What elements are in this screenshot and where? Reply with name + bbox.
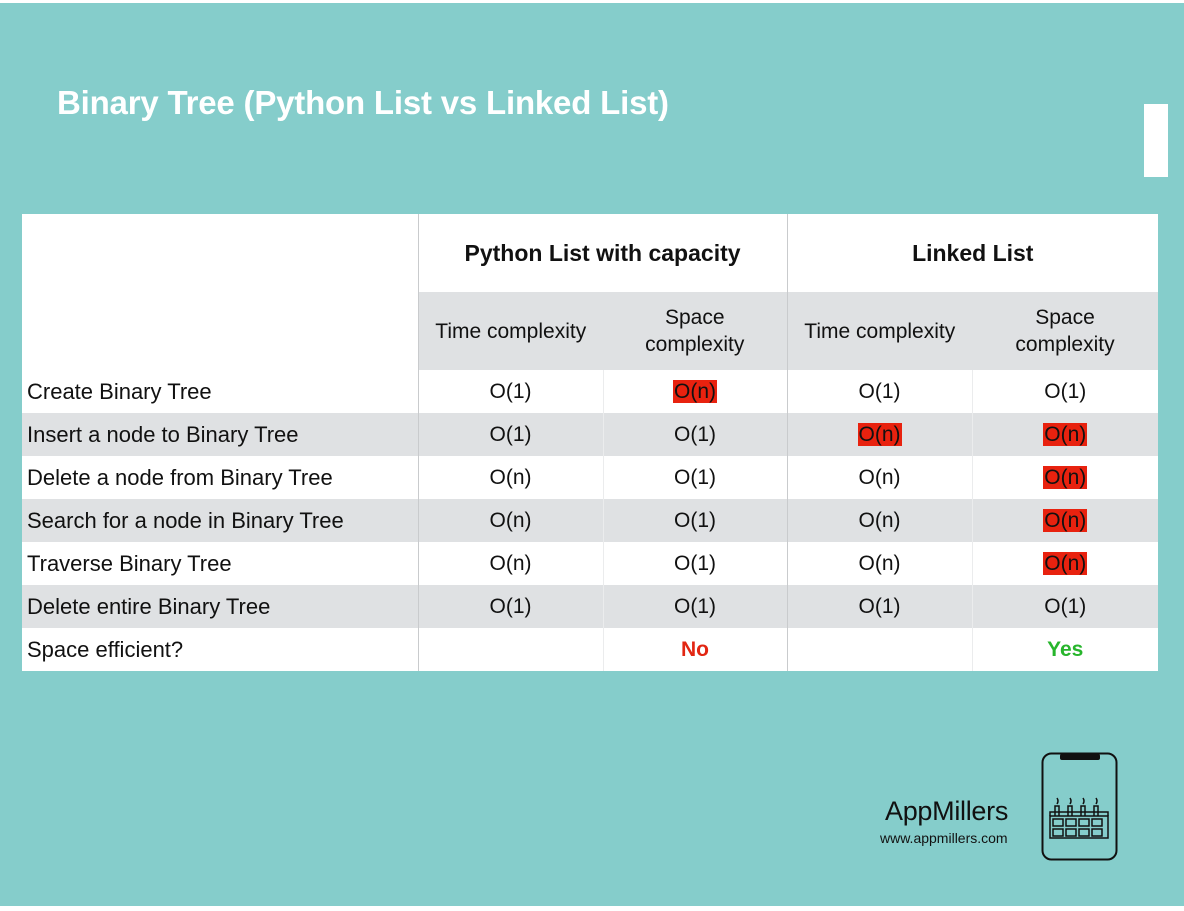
value-text: O(n) [489,465,532,489]
value-cell: O(1) [602,585,788,628]
value-cell [417,628,603,671]
value-cell: No [602,628,788,671]
complexity-table: Python List with capacity Linked List Ti… [22,214,1159,671]
value-cell: O(n) [971,413,1159,456]
value-cell: O(n) [417,542,603,585]
value-text: O(n) [858,465,901,489]
value-text: O(n) [858,551,901,575]
subheader-linked-space: Space complexity [972,292,1159,370]
operation-label: Traverse Binary Tree [22,542,418,585]
value-text: O(1) [674,594,716,618]
value-cell: O(n) [417,456,603,499]
table-row: Traverse Binary Tree O(n) O(1) O(n) O(n) [22,542,1159,585]
subheader-python-time: Time complexity [417,292,603,370]
top-border [0,0,1184,3]
value-cell [786,628,973,671]
table-row: Delete a node from Binary Tree O(n) O(1)… [22,456,1159,499]
value-text: O(1) [489,379,532,403]
value-cell: O(1) [417,413,603,456]
value-text-highlighted: O(n) [1043,551,1088,575]
value-text: O(1) [674,551,716,575]
corner-cell [22,292,418,370]
value-cell: O(1) [417,370,603,413]
subheader-label: Time complexity [435,319,587,343]
table-row: Delete entire Binary Tree O(1) O(1) O(1)… [22,585,1159,628]
value-text: O(n) [489,551,532,575]
brand-url: www.appmillers.com [880,830,1008,846]
subheader-python-space: Space complexity [603,292,788,370]
slide-title: Binary Tree (Python List vs Linked List) [57,84,669,121]
value-cell: O(n) [786,413,973,456]
value-text: O(1) [858,594,901,618]
value-cell: O(n) [786,499,973,542]
phone-factory-icon [1041,752,1118,861]
value-cell: O(1) [971,370,1159,413]
group-header-linked-list: Linked List [786,214,1159,292]
value-cell: O(1) [602,542,788,585]
table-row-space-efficient: Space efficient? No Yes [22,628,1159,671]
value-cell: O(n) [971,542,1159,585]
value-text: O(1) [1044,379,1087,403]
value-cell: O(1) [971,585,1159,628]
value-cell: Yes [971,628,1159,671]
value-text: O(1) [674,465,716,489]
table-row: Insert a node to Binary Tree O(1) O(1) O… [22,413,1159,456]
operation-label: Delete entire Binary Tree [22,585,418,628]
value-cell: O(1) [417,585,603,628]
operation-label: Delete a node from Binary Tree [22,456,418,499]
table-row: Search for a node in Binary Tree O(n) O(… [22,499,1159,542]
side-marker [1144,104,1168,177]
bottom-border [0,906,1184,911]
value-text: O(1) [489,594,532,618]
value-cell: O(n) [786,456,973,499]
value-text-highlighted: O(n) [673,379,717,403]
value-text-highlighted: O(n) [1043,422,1088,446]
subheader-linked-time: Time complexity [786,292,973,370]
value-text: O(1) [674,422,716,446]
group-header-python-list: Python List with capacity [417,214,788,292]
value-text: O(n) [858,508,901,532]
table-row: Create Binary Tree O(1) O(n) O(1) O(1) [22,370,1159,413]
operation-label: Search for a node in Binary Tree [22,499,418,542]
value-cell: O(n) [417,499,603,542]
value-text-highlighted: O(n) [1043,508,1088,532]
answer-yes: Yes [1047,637,1084,661]
operation-label: Insert a node to Binary Tree [22,413,418,456]
operation-label: Space efficient? [22,628,418,671]
value-cell: O(n) [602,370,788,413]
corner-cell [22,214,418,292]
value-text: O(1) [858,379,901,403]
operation-label: Create Binary Tree [22,370,418,413]
subheader-label: Space complexity [645,306,745,356]
group-header-row: Python List with capacity Linked List [22,214,1159,292]
value-text: O(n) [489,508,532,532]
value-cell: O(1) [786,585,973,628]
value-cell: O(1) [602,456,788,499]
sub-header-row: Time complexity Space complexity Time co… [22,292,1159,370]
value-text: O(1) [489,422,532,446]
brand-name: AppMillers [885,796,1009,826]
value-text-highlighted: O(n) [1043,465,1088,489]
value-text: O(1) [1044,594,1087,618]
value-cell: O(n) [971,456,1159,499]
answer-no: No [681,637,709,661]
value-text-highlighted: O(n) [857,422,902,446]
value-text: O(1) [674,508,716,532]
value-cell: O(n) [786,542,973,585]
value-cell: O(1) [786,370,973,413]
subheader-label: Space complexity [1015,306,1115,356]
value-cell: O(n) [971,499,1159,542]
subheader-label: Time complexity [804,319,956,343]
value-cell: O(1) [602,413,788,456]
value-cell: O(1) [602,499,788,542]
